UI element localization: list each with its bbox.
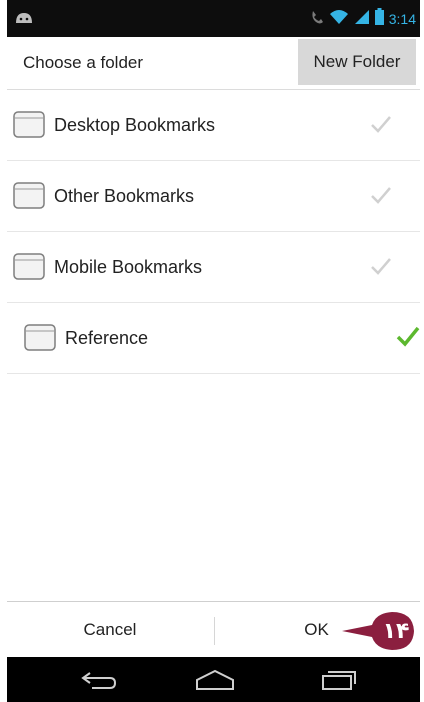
folder-item-label: Reference (65, 328, 149, 348)
status-icons: 3:14 (310, 8, 416, 30)
new-folder-button[interactable]: New Folder (298, 39, 416, 85)
checkmark-selected-icon (396, 325, 420, 352)
folder-item-desktop-bookmarks[interactable]: Desktop Bookmarks (7, 90, 420, 161)
checkmark-icon (370, 185, 392, 210)
folder-icon (13, 111, 45, 138)
folder-item-label: Other Bookmarks (54, 186, 195, 206)
folder-item-reference[interactable]: Reference (7, 303, 420, 374)
dialog-header: Choose a folder New Folder (7, 37, 420, 90)
folder-icon (13, 253, 45, 280)
back-icon[interactable] (69, 667, 129, 693)
folder-list: Desktop Bookmarks Other Bookmarks Mobile… (7, 90, 420, 374)
wifi-icon (329, 9, 349, 30)
page-title: Choose a folder (23, 53, 144, 72)
folder-icon (13, 182, 45, 209)
folder-chooser-screen: 3:14 Choose a folder New Folder Desktop … (7, 0, 420, 702)
callout-number: ۱۴ (382, 618, 410, 644)
folder-icon (24, 324, 56, 351)
checkmark-icon (370, 114, 392, 139)
status-bar: 3:14 (7, 0, 420, 37)
battery-icon (374, 8, 384, 30)
recent-apps-icon[interactable] (309, 667, 369, 693)
navigation-bar (7, 657, 420, 702)
clock: 3:14 (388, 11, 416, 27)
folder-item-label: Desktop Bookmarks (54, 115, 216, 135)
android-notification-icon (13, 10, 35, 29)
home-icon[interactable] (185, 667, 245, 693)
cancel-button[interactable]: Cancel (7, 602, 213, 658)
signal-icon (354, 9, 370, 30)
call-icon (310, 9, 324, 30)
checkmark-icon (370, 256, 392, 281)
folder-item-label: Mobile Bookmarks (54, 257, 203, 277)
folder-item-other-bookmarks[interactable]: Other Bookmarks (7, 161, 420, 232)
folder-item-mobile-bookmarks[interactable]: Mobile Bookmarks (7, 232, 420, 303)
